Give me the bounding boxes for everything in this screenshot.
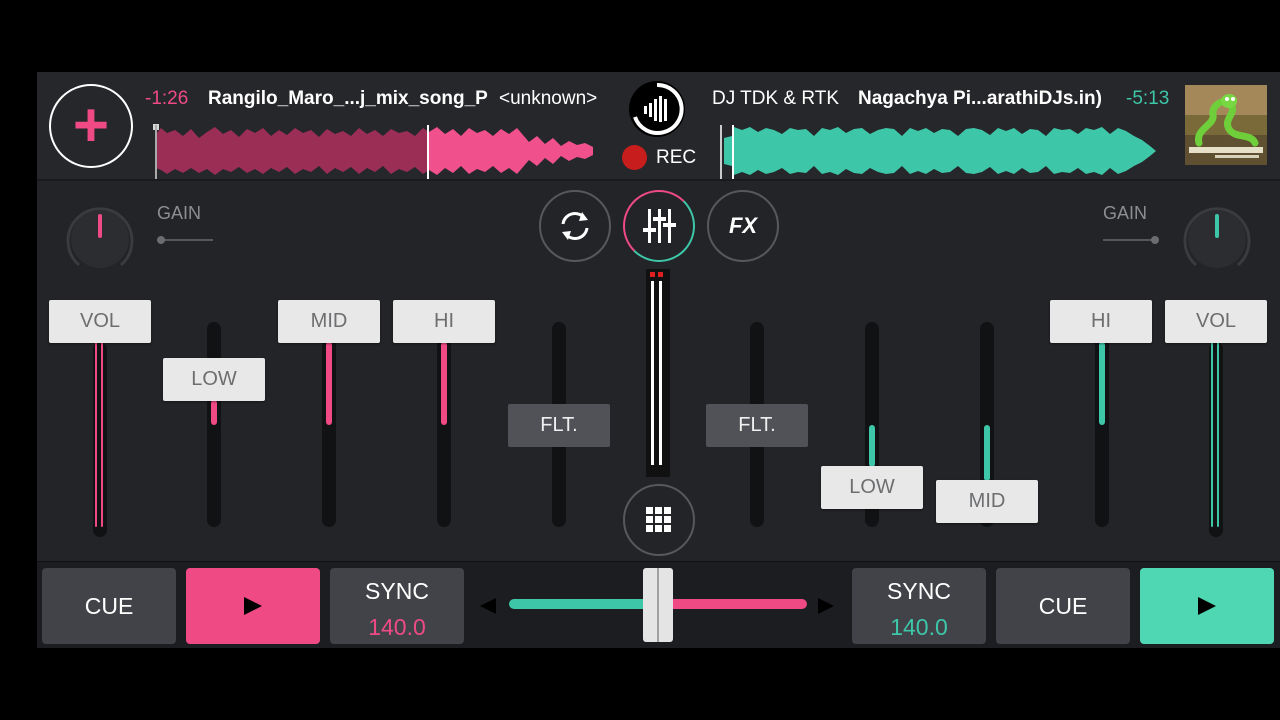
right-gain-line: [1103, 239, 1155, 241]
right-gain-label: GAIN: [1103, 203, 1148, 223]
master-vu-meter: [646, 269, 670, 477]
right-vol-meter-b: [1217, 342, 1219, 527]
left-cue-label: CUE: [84, 593, 134, 619]
crossfader-left-half: [509, 599, 659, 609]
left-gain-label: GAIN: [157, 203, 202, 223]
play-icon: [1198, 597, 1216, 615]
sliders-icon: [643, 209, 676, 243]
crossfader-right-half: [659, 599, 807, 609]
dj-mixer-app: + -1:26 Rangilo_Maro_...j_mix_song_P <un…: [37, 72, 1280, 648]
right-waveform[interactable]: [720, 124, 1160, 179]
grid-icon: [646, 507, 671, 532]
right-low-fill: [869, 425, 875, 467]
left-mid-fill: [326, 342, 332, 425]
left-mid-slider[interactable]: MID: [278, 300, 380, 343]
right-mid-fill: [984, 425, 990, 481]
right-sync-label: SYNC: [887, 578, 951, 604]
sync-loop-button[interactable]: [539, 190, 611, 262]
top-bar: + -1:26 Rangilo_Maro_...j_mix_song_P <un…: [37, 72, 1280, 181]
left-low-slider[interactable]: LOW: [163, 358, 265, 401]
left-hi-slider[interactable]: HI: [393, 300, 495, 343]
left-sync-button[interactable]: SYNC 140.0: [330, 568, 464, 644]
right-deck-time: -5:13: [1126, 88, 1170, 109]
fx-button[interactable]: FX: [707, 190, 779, 262]
right-gain-knob[interactable]: [1181, 203, 1253, 275]
crossfader-handle[interactable]: [643, 568, 673, 642]
left-filter-slider[interactable]: FLT.: [508, 404, 610, 447]
left-cue-button[interactable]: CUE: [42, 568, 176, 644]
record-button[interactable]: [622, 145, 647, 170]
left-vol-meter-a: [95, 342, 97, 527]
left-low-fill: [211, 400, 217, 425]
right-sync-button[interactable]: SYNC 140.0: [852, 568, 986, 644]
right-cue-button[interactable]: CUE: [996, 568, 1130, 644]
left-gain-indicator[interactable]: [157, 236, 165, 244]
left-deck-time: -1:26: [145, 88, 189, 109]
right-deck-title[interactable]: Nagachya Pi...arathiDJs.in): [858, 88, 1102, 110]
left-sync-label: SYNC: [365, 578, 429, 604]
right-vol-slider[interactable]: VOL: [1165, 300, 1267, 343]
record-label[interactable]: REC: [656, 147, 696, 169]
refresh-icon: [561, 212, 589, 240]
mixer-view-button[interactable]: [623, 190, 695, 262]
crossfader-left-arrow-icon[interactable]: [478, 597, 498, 617]
right-play-button[interactable]: [1140, 568, 1274, 644]
left-hi-fill: [441, 342, 447, 425]
left-deck-artist: <unknown>: [499, 88, 598, 109]
right-filter-slider[interactable]: FLT.: [706, 404, 808, 447]
right-hi-fill: [1099, 342, 1105, 425]
app-logo-icon: [629, 81, 685, 137]
right-low-slider[interactable]: LOW: [821, 466, 923, 509]
left-vol-meter-b: [101, 342, 103, 527]
crossfader-right-arrow-icon[interactable]: [816, 597, 836, 617]
play-icon: [244, 597, 262, 615]
snake-cover-art[interactable]: [1185, 85, 1267, 165]
left-bpm: 140.0: [368, 614, 426, 640]
right-bpm: 140.0: [890, 614, 948, 640]
right-gain-indicator[interactable]: [1151, 236, 1159, 244]
left-waveform[interactable]: [153, 124, 596, 179]
plus-icon: +: [72, 91, 110, 160]
right-hi-slider[interactable]: HI: [1050, 300, 1152, 343]
left-gain-knob[interactable]: [64, 203, 136, 275]
right-mid-slider[interactable]: MID: [936, 480, 1038, 523]
left-vol-slider[interactable]: VOL: [49, 300, 151, 343]
right-cue-label: CUE: [1038, 593, 1088, 619]
left-play-button[interactable]: [186, 568, 320, 644]
add-track-button[interactable]: +: [49, 84, 133, 168]
transport-bar: CUE SYNC 140.0 SYNC 140.0 CUE: [37, 561, 1280, 648]
left-deck-title[interactable]: Rangilo_Maro_...j_mix_song_P: [208, 88, 488, 110]
right-vol-meter-a: [1211, 342, 1213, 527]
left-gain-line: [161, 239, 213, 241]
fx-label: FX: [728, 213, 758, 238]
sampler-pads-button[interactable]: [623, 484, 695, 556]
right-deck-artist: DJ TDK & RTK: [712, 88, 840, 109]
